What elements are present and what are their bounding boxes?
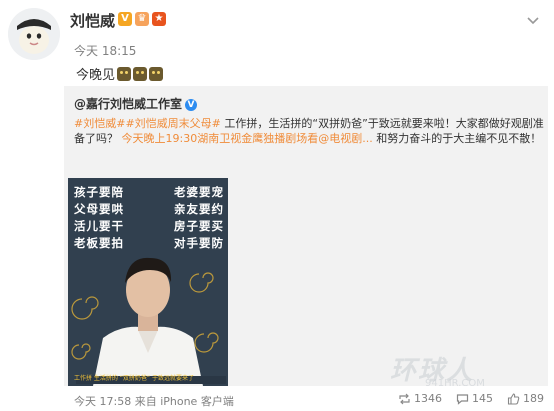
- repost-author[interactable]: @嘉行刘恺威工作室 V: [74, 95, 198, 112]
- comment-count: 145: [472, 392, 493, 405]
- like-button[interactable]: 189: [507, 392, 544, 405]
- emoji-icon: [117, 66, 132, 81]
- poster-line: 活儿要干 房子要买: [74, 219, 224, 233]
- poster-line: 老板要拍 对手要防: [74, 236, 224, 250]
- repost-text: #刘恺威##刘恺威周末父母# 工作拼，生活拼的“双拼奶爸”于致远就要来啦！大家都…: [74, 116, 544, 146]
- post-text: 今晚见: [76, 64, 164, 83]
- level-icon[interactable]: ♛: [135, 12, 149, 26]
- hashtag-link[interactable]: #刘恺威周末父母#: [125, 117, 220, 130]
- comment-button[interactable]: 145: [456, 392, 493, 405]
- repost-card: @嘉行刘恺威工作室 V #刘恺威##刘恺威周末父母# 工作拼，生活拼的“双拼奶爸”…: [64, 86, 548, 386]
- poster-text: 孩子要陪 老婆要宠 父母要哄 亲友要约 活儿要干 房子要买 老板要拍 对手要防: [74, 184, 224, 252]
- emoji-icon: [133, 66, 148, 81]
- poster-caption: 工作拼 生活拼的 “双拼奶爸” 于致远就要来了: [74, 375, 194, 382]
- post-time[interactable]: 今天 18:15: [74, 42, 136, 59]
- broadcast-link[interactable]: 今天晚上19:30湖南卫视金鹰独播剧场看@电视剧...: [122, 132, 373, 145]
- comment-icon: [456, 393, 469, 405]
- author-badges: V ♛ ★: [118, 12, 166, 26]
- repost-count: 1346: [414, 392, 442, 405]
- vip-icon[interactable]: ★: [152, 12, 166, 26]
- verified-blue-icon: V: [185, 99, 198, 111]
- avatar[interactable]: [8, 8, 60, 60]
- post-footer: 今天 17:58 来自 iPhone 客户端 1346 145 189: [0, 388, 554, 411]
- repost-text-part2: 和努力奋斗的于大主编不见不散！: [376, 132, 542, 145]
- poster-line: 孩子要陪 老婆要宠: [74, 185, 224, 199]
- avatar-image: [8, 8, 60, 60]
- action-bar: 1346 145 189: [398, 392, 544, 405]
- repost-author-name[interactable]: @嘉行刘恺威工作室: [74, 97, 182, 111]
- thumbs-up-icon: [507, 392, 520, 405]
- repost-button[interactable]: 1346: [398, 392, 442, 405]
- poster-line: 父母要哄 亲友要约: [74, 202, 224, 216]
- author-name[interactable]: 刘恺威: [70, 10, 115, 32]
- repost-icon: [399, 393, 410, 404]
- like-count: 189: [523, 392, 544, 405]
- post-text-content: 今晚见: [76, 68, 116, 83]
- weibo-post: 刘恺威 V ♛ ★ 今天 18:15 今晚见 @嘉行刘恺威工作室 V #刘恺威##…: [0, 0, 554, 411]
- hashtag-link[interactable]: #刘恺威#: [74, 117, 125, 130]
- emoji-icon: [149, 66, 164, 81]
- poster-image[interactable]: 孩子要陪 老婆要宠 父母要哄 亲友要约 活儿要干 房子要买 老板要拍 对手要防 工作拼 …: [68, 178, 228, 386]
- chevron-down-icon[interactable]: [526, 14, 540, 28]
- post-meta[interactable]: 今天 17:58 来自 iPhone 客户端: [74, 393, 234, 409]
- verified-icon[interactable]: V: [118, 12, 132, 26]
